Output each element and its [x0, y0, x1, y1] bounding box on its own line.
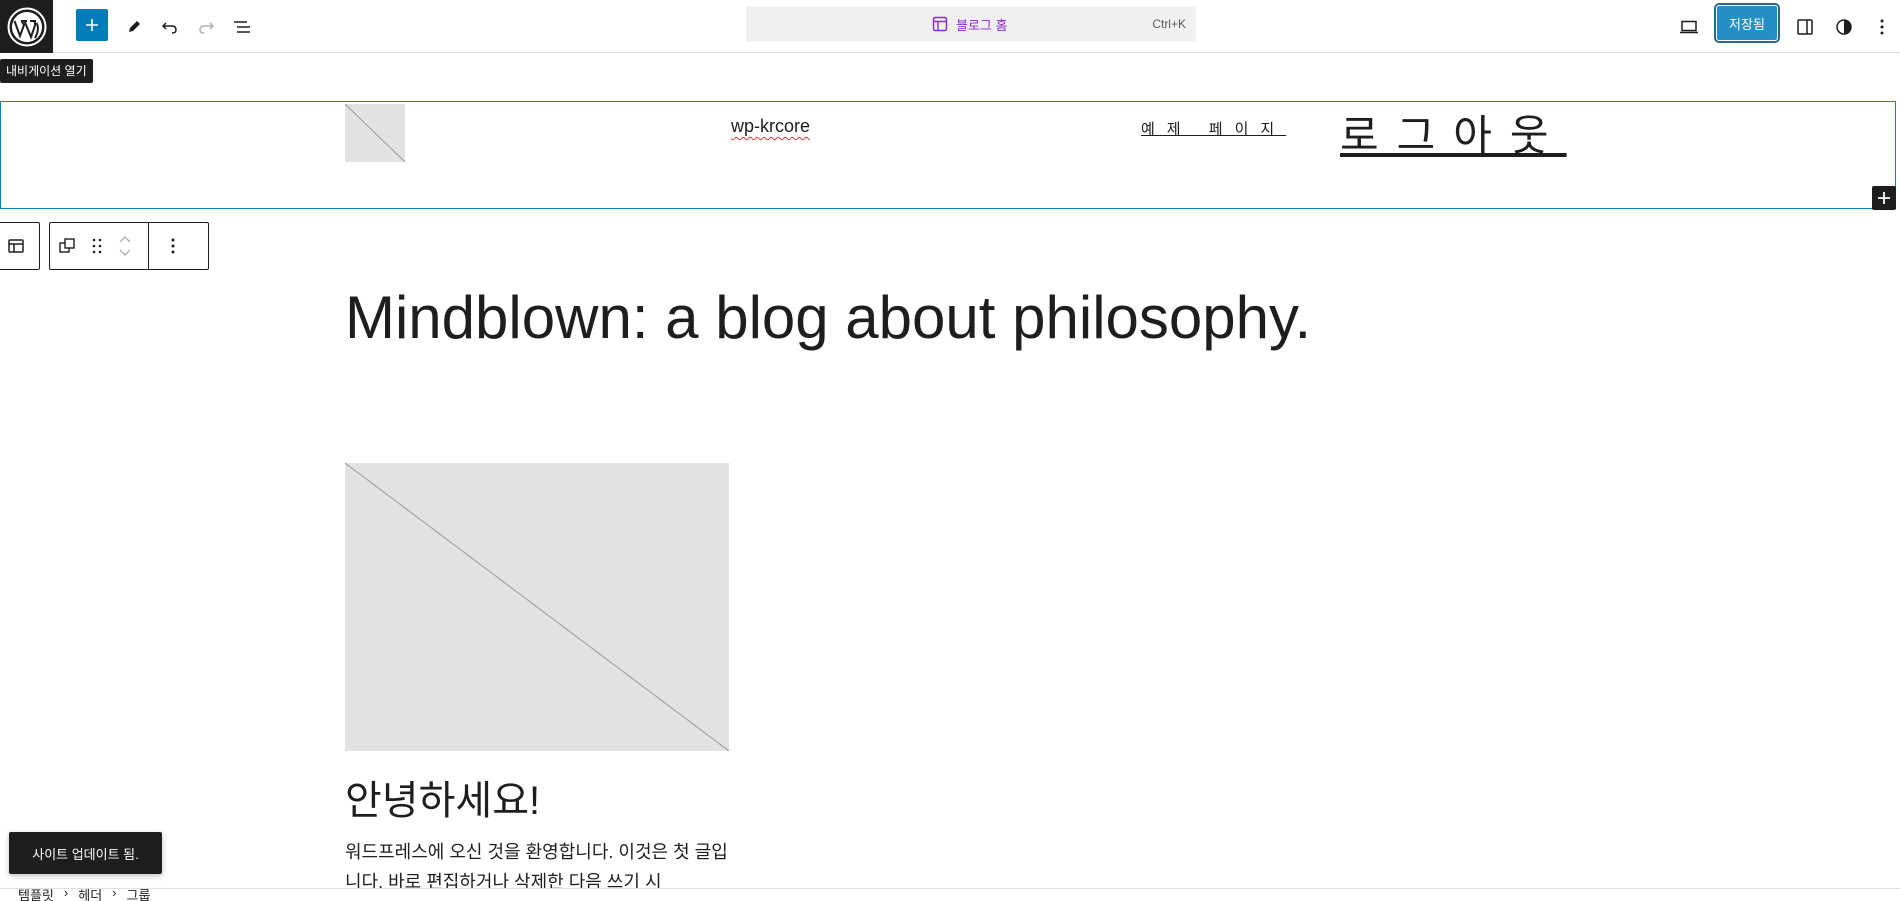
- tools-button[interactable]: [116, 9, 152, 45]
- undo-icon: [161, 22, 177, 34]
- redo-icon: [199, 22, 215, 34]
- more-options-icon[interactable]: [149, 223, 197, 269]
- template-part-icon[interactable]: [0, 223, 33, 269]
- chevron-right-icon: ›: [112, 888, 117, 900]
- save-button[interactable]: 저장됨: [1716, 5, 1778, 41]
- styles-button[interactable]: [1826, 9, 1862, 45]
- wordpress-logo-icon[interactable]: [0, 0, 53, 53]
- layout-icon: [932, 16, 948, 32]
- editor-top-toolbar: 블로그 홈 Ctrl+K 저장됨: [0, 0, 1900, 53]
- breadcrumb-item-header[interactable]: 헤더: [78, 889, 102, 901]
- more-vertical-icon: [1880, 19, 1884, 35]
- undo-button[interactable]: [152, 9, 188, 45]
- plus-icon: [1878, 192, 1890, 204]
- move-up-icon[interactable]: [119, 235, 131, 243]
- post-title[interactable]: 안녕하세요!: [345, 768, 540, 826]
- contrast-icon: [1836, 19, 1852, 35]
- editor-canvas: wp-krcore 예제 페이지 로그아웃 Mindblown: a blog …: [0, 53, 1900, 892]
- breadcrumb-bar: 템플릿 › 헤더 › 그룹: [0, 888, 1900, 901]
- block-parent-group: [0, 222, 40, 270]
- header-template-part[interactable]: wp-krcore 예제 페이지 로그아웃: [0, 101, 1896, 209]
- page-heading[interactable]: Mindblown: a blog about philosophy.: [345, 283, 1311, 352]
- document-overview-button[interactable]: [224, 9, 260, 45]
- snackbar-notice: 사이트 업데이트 됨.: [9, 832, 162, 874]
- options-button[interactable]: [1864, 9, 1900, 45]
- featured-image-placeholder[interactable]: [345, 463, 729, 751]
- move-down-icon[interactable]: [119, 249, 131, 257]
- block-mover: [110, 223, 140, 269]
- list-view-icon: [234, 21, 250, 33]
- command-palette-bar[interactable]: 블로그 홈 Ctrl+K: [746, 6, 1196, 42]
- breadcrumb-item-template[interactable]: 템플릿: [18, 889, 54, 901]
- view-button[interactable]: [1671, 9, 1707, 45]
- site-title[interactable]: wp-krcore: [731, 116, 810, 137]
- redo-button[interactable]: [188, 9, 224, 45]
- command-title: 블로그 홈: [956, 17, 1008, 33]
- transform-icon[interactable]: [50, 223, 84, 269]
- plus-icon: [86, 19, 98, 31]
- block-actions-group: [49, 222, 209, 270]
- chevron-right-icon: ›: [63, 888, 69, 900]
- desktop-icon: [1680, 20, 1698, 34]
- pencil-icon: [129, 21, 140, 32]
- block-inserter-button[interactable]: [1872, 186, 1896, 210]
- breadcrumb-item-group[interactable]: 그룹: [127, 889, 151, 901]
- drag-handle-icon[interactable]: [84, 223, 110, 269]
- settings-button[interactable]: [1787, 9, 1823, 45]
- breadcrumb: 템플릿 › 헤더 › 그룹: [18, 888, 151, 901]
- site-logo-placeholder[interactable]: [345, 104, 405, 162]
- nav-item-logout[interactable]: 로그아웃: [1340, 102, 1567, 163]
- command-shortcut: Ctrl+K: [1152, 17, 1186, 31]
- nav-item-example-page[interactable]: 예제 페이지: [1141, 118, 1286, 139]
- add-block-button[interactable]: [76, 9, 108, 41]
- sidebar-icon: [1797, 19, 1813, 35]
